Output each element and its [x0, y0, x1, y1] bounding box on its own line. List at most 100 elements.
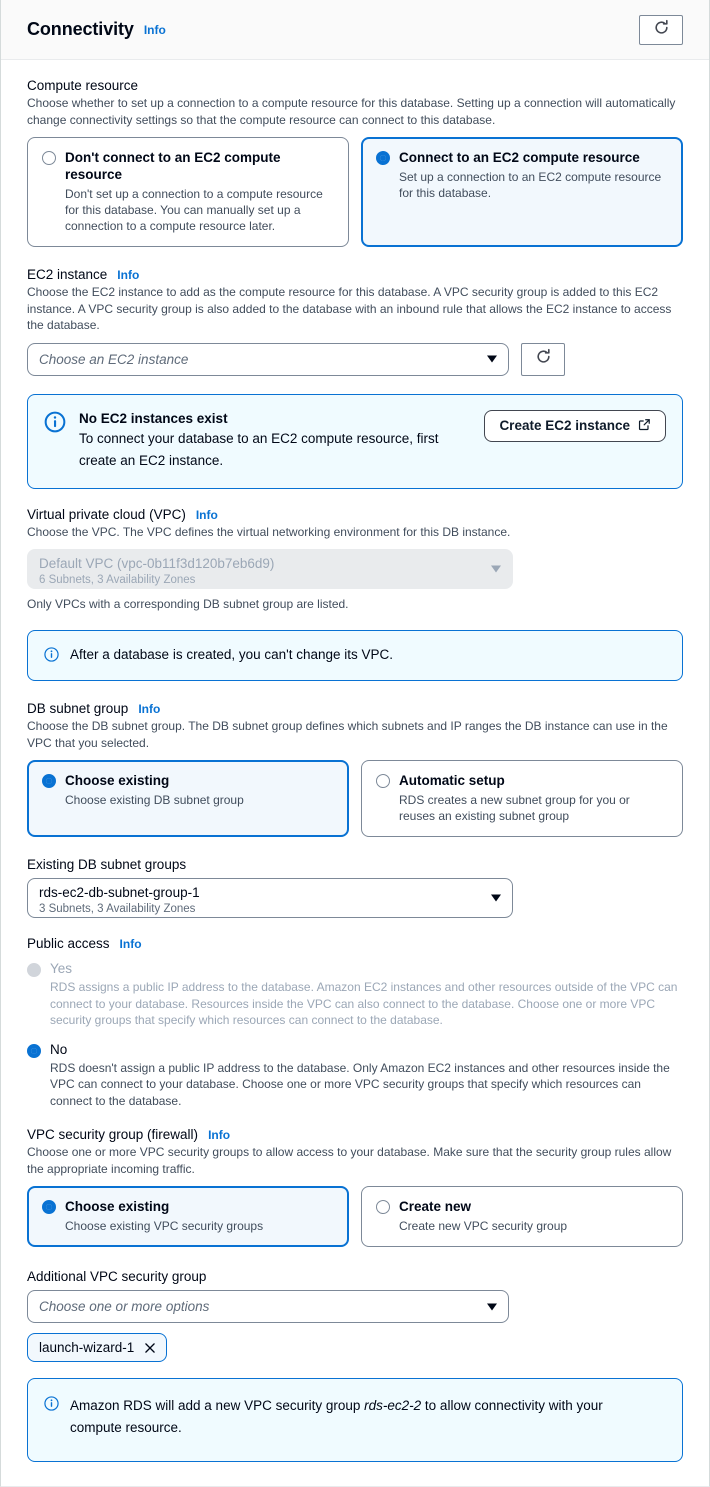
- public-access-label: Public access Info: [27, 936, 683, 951]
- refresh-ec2-instances-button[interactable]: [521, 343, 565, 376]
- public-access-option-no[interactable]: No RDS doesn't assign a public IP addres…: [27, 1041, 683, 1110]
- public-access-field: Public access Info Yes RDS assigns a pub…: [27, 936, 683, 1109]
- existing-db-subnet-groups-value: rds-ec2-db-subnet-group-1: [39, 884, 200, 901]
- db-subnet-group-field: DB subnet group Info Choose the DB subne…: [27, 701, 683, 837]
- radio-checked-icon: [42, 1200, 56, 1214]
- public-access-info-link[interactable]: Info: [120, 937, 142, 951]
- vpc-security-group-options: Choose existing Choose existing VPC secu…: [27, 1186, 683, 1247]
- alert-content: After a database is created, you can't c…: [70, 646, 666, 664]
- option-description: RDS assigns a public IP address to the d…: [50, 979, 683, 1029]
- option-title: Connect to an EC2 compute resource: [399, 149, 668, 166]
- vpc-security-group-label-text: VPC security group (firewall): [27, 1127, 198, 1142]
- vpc-security-group-label: VPC security group (firewall) Info: [27, 1127, 683, 1142]
- option-description: Create new VPC security group: [399, 1218, 567, 1234]
- refresh-connectivity-button[interactable]: [639, 15, 683, 45]
- additional-vpc-security-group-label-text: Additional VPC security group: [27, 1269, 206, 1284]
- db-subnet-group-option-automatic-setup[interactable]: Automatic setup RDS creates a new subnet…: [361, 760, 683, 837]
- compute-resource-field: Compute resource Choose whether to set u…: [27, 78, 683, 247]
- option-description: RDS creates a new subnet group for you o…: [399, 792, 668, 824]
- vpc-security-group-description: Choose one or more VPC security groups t…: [27, 1144, 679, 1177]
- alert-text-before: Amazon RDS will add a new VPC security g…: [70, 1398, 364, 1413]
- additional-vpc-security-group-tokens: launch-wizard-1: [27, 1333, 683, 1362]
- vpc-security-group-info-link[interactable]: Info: [208, 1128, 230, 1142]
- vpc-select-subtext: 6 Subnets, 3 Availability Zones: [39, 573, 195, 588]
- connectivity-info-link[interactable]: Info: [144, 23, 166, 37]
- info-circle-filled-icon: [44, 411, 66, 433]
- ec2-instance-label-text: EC2 instance: [27, 267, 107, 282]
- compute-resource-label-text: Compute resource: [27, 78, 138, 93]
- public-access-label-text: Public access: [27, 936, 110, 951]
- compute-resource-option-dont-connect[interactable]: Don't connect to an EC2 compute resource…: [27, 137, 349, 247]
- refresh-icon: [653, 19, 670, 41]
- info-circle-icon: [44, 647, 59, 662]
- no-ec2-instances-alert: No EC2 instances exist To connect your d…: [27, 394, 683, 489]
- token-label: launch-wizard-1: [39, 1339, 134, 1356]
- refresh-icon: [535, 348, 552, 370]
- option-title: Choose existing: [65, 1198, 263, 1215]
- chevron-down-icon: [487, 356, 497, 363]
- alert-action: Create EC2 instance: [484, 410, 666, 442]
- option-body: No RDS doesn't assign a public IP addres…: [50, 1041, 683, 1110]
- token-launch-wizard-1: launch-wizard-1: [27, 1333, 167, 1362]
- compute-resource-options: Don't connect to an EC2 compute resource…: [27, 137, 683, 247]
- vpc-description: Choose the VPC. The VPC defines the virt…: [27, 524, 679, 541]
- alert-content: No EC2 instances exist To connect your d…: [79, 410, 470, 472]
- vpc-info-link[interactable]: Info: [196, 508, 218, 522]
- existing-db-subnet-groups-label: Existing DB subnet groups: [27, 857, 683, 872]
- alert-text: To connect your database to an EC2 compu…: [79, 428, 470, 472]
- additional-vpc-security-group-label: Additional VPC security group: [27, 1269, 683, 1284]
- db-subnet-group-description: Choose the DB subnet group. The DB subne…: [27, 718, 679, 751]
- additional-vpc-security-group-field: Additional VPC security group Choose one…: [27, 1269, 683, 1362]
- option-body: Don't connect to an EC2 compute resource…: [65, 149, 334, 234]
- option-description: Set up a connection to an EC2 compute re…: [399, 169, 668, 201]
- option-description: Choose existing DB subnet group: [65, 792, 244, 808]
- chevron-down-icon: [491, 566, 501, 573]
- compute-resource-option-connect[interactable]: Connect to an EC2 compute resource Set u…: [361, 137, 683, 247]
- db-subnet-group-info-link[interactable]: Info: [138, 702, 160, 716]
- radio-icon: [42, 151, 56, 165]
- vpc-select-value: Default VPC (vpc-0b11f3d120b7eb6d9): [39, 555, 274, 572]
- ec2-instance-select[interactable]: Choose an EC2 instance: [27, 343, 509, 376]
- option-description: RDS doesn't assign a public IP address t…: [50, 1060, 683, 1110]
- option-title: Automatic setup: [399, 772, 668, 789]
- db-subnet-group-option-choose-existing[interactable]: Choose existing Choose existing DB subne…: [27, 760, 349, 837]
- vpc-security-group-option-create-new[interactable]: Create new Create new VPC security group: [361, 1186, 683, 1247]
- alert-text: After a database is created, you can't c…: [70, 646, 666, 664]
- create-ec2-instance-button[interactable]: Create EC2 instance: [484, 410, 666, 442]
- connectivity-panel: Connectivity Info Compute resource Choos…: [0, 0, 710, 1487]
- additional-vpc-security-group-select[interactable]: Choose one or more options: [27, 1290, 509, 1323]
- panel-body: Compute resource Choose whether to set u…: [1, 60, 709, 1486]
- compute-resource-label: Compute resource: [27, 78, 683, 93]
- new-security-group-alert: Amazon RDS will add a new VPC security g…: [27, 1378, 683, 1462]
- vpc-immutable-alert: After a database is created, you can't c…: [27, 630, 683, 681]
- radio-disabled-icon: [27, 963, 41, 977]
- compute-resource-description: Choose whether to set up a connection to…: [27, 95, 679, 128]
- alert-title: No EC2 instances exist: [79, 410, 470, 428]
- option-title: Don't connect to an EC2 compute resource: [65, 149, 334, 183]
- vpc-label: Virtual private cloud (VPC) Info: [27, 507, 683, 522]
- option-title: Yes: [50, 960, 683, 977]
- vpc-label-text: Virtual private cloud (VPC): [27, 507, 186, 522]
- info-circle-icon: [44, 1396, 59, 1411]
- option-body: Connect to an EC2 compute resource Set u…: [399, 149, 668, 234]
- page-title: Connectivity: [27, 19, 134, 40]
- public-access-option-yes: Yes RDS assigns a public IP address to t…: [27, 960, 683, 1029]
- db-subnet-group-options: Choose existing Choose existing DB subne…: [27, 760, 683, 837]
- option-body: Create new Create new VPC security group: [399, 1198, 567, 1234]
- existing-db-subnet-groups-subtext: 3 Subnets, 3 Availability Zones: [39, 902, 195, 917]
- ec2-instance-description: Choose the EC2 instance to add as the co…: [27, 284, 679, 334]
- radio-checked-icon: [376, 151, 390, 165]
- vpc-hint: Only VPCs with a corresponding DB subnet…: [27, 596, 683, 612]
- radio-checked-icon: [42, 774, 56, 788]
- vpc-security-group-field: VPC security group (firewall) Info Choos…: [27, 1127, 683, 1247]
- alert-content: Amazon RDS will add a new VPC security g…: [70, 1395, 666, 1439]
- option-body: Automatic setup RDS creates a new subnet…: [399, 772, 668, 824]
- ec2-instance-field: EC2 instance Info Choose the EC2 instanc…: [27, 267, 683, 376]
- ec2-instance-info-link[interactable]: Info: [117, 268, 139, 282]
- option-body: Choose existing Choose existing DB subne…: [65, 772, 244, 824]
- close-icon[interactable]: [143, 1341, 157, 1355]
- vpc-field: Virtual private cloud (VPC) Info Choose …: [27, 507, 683, 613]
- existing-db-subnet-groups-select[interactable]: rds-ec2-db-subnet-group-1 3 Subnets, 3 A…: [27, 878, 513, 918]
- panel-header: Connectivity Info: [1, 0, 709, 60]
- vpc-security-group-option-choose-existing[interactable]: Choose existing Choose existing VPC secu…: [27, 1186, 349, 1247]
